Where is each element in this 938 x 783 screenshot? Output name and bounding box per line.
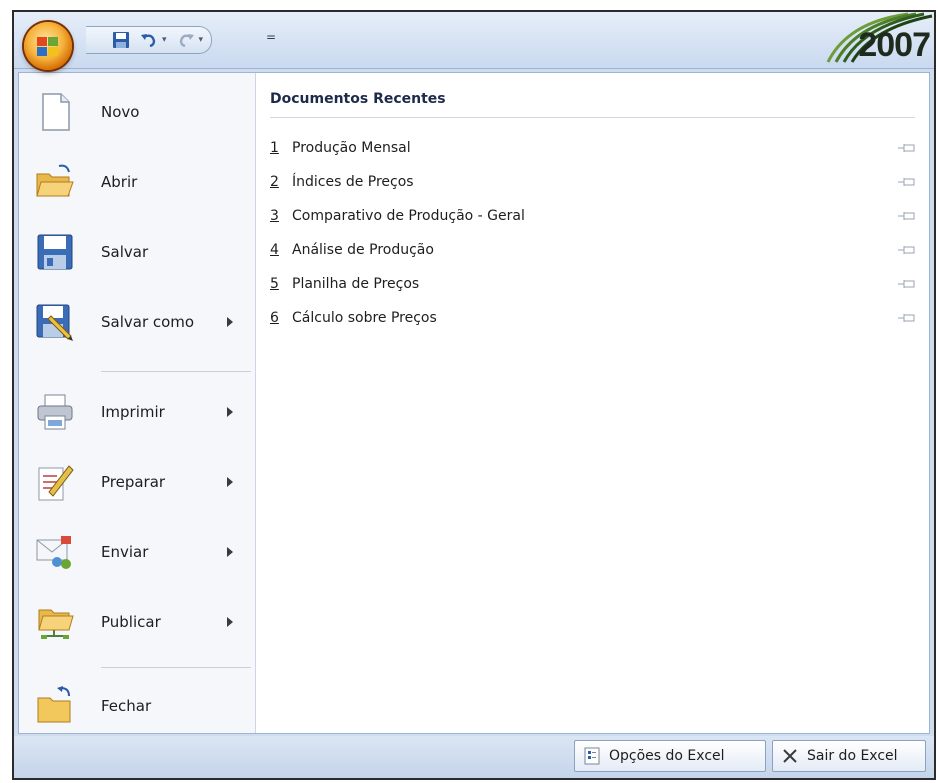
menu-item-label: Abrir (101, 173, 138, 191)
close-folder-icon (37, 686, 71, 723)
pin-icon[interactable] (897, 312, 917, 324)
recent-documents-panel: Documentos Recentes 1 Produção Mensal 2 … (256, 73, 929, 733)
menu-item-imprimir[interactable]: Imprimir (19, 377, 255, 447)
recent-document-number: 1 (270, 140, 279, 156)
prepare-document-icon (38, 465, 74, 501)
recent-divider (270, 117, 915, 118)
recent-document-name: Análise de Produção (292, 242, 434, 258)
menu-item-enviar[interactable]: Enviar (19, 517, 255, 587)
title-bar: ▾ ▾ = 2007 (14, 12, 934, 70)
menu-item-label: Imprimir (101, 403, 165, 421)
recent-document-item[interactable]: 4 Análise de Produção (270, 233, 921, 267)
menu-item-label: Publicar (101, 613, 161, 631)
printer-icon (37, 394, 73, 430)
redo-dropdown-icon[interactable]: ▾ (199, 35, 204, 45)
menu-footer: Opções do Excel Sair do Excel (14, 736, 934, 778)
menu-separator (101, 667, 251, 668)
excel-options-button[interactable]: Opções do Excel (574, 740, 766, 772)
recent-document-name: Cálculo sobre Preços (292, 310, 437, 326)
menu-item-salvar[interactable]: Salvar (19, 217, 255, 287)
excel-options-label: Opções do Excel (609, 748, 725, 764)
menu-item-label: Salvar (101, 243, 149, 261)
publish-folder-icon (38, 609, 74, 639)
exit-excel-label: Sair do Excel (807, 748, 898, 764)
submenu-arrow-icon (227, 477, 233, 487)
options-icon (584, 747, 600, 765)
menu-separator (101, 371, 251, 372)
pin-icon[interactable] (897, 278, 917, 290)
recent-document-item[interactable]: 2 Índices de Preços (270, 165, 921, 199)
save-disk-icon (37, 234, 73, 270)
save-as-icon (36, 304, 73, 341)
recent-document-item[interactable]: 6 Cálculo sobre Preços (270, 301, 921, 335)
menu-item-preparar[interactable]: Preparar (19, 447, 255, 517)
undo-icon[interactable] (140, 31, 158, 49)
submenu-arrow-icon (227, 617, 233, 627)
recent-document-number: 3 (270, 208, 279, 224)
exit-excel-button[interactable]: Sair do Excel (772, 740, 926, 772)
menu-item-publicar[interactable]: Publicar (19, 587, 255, 657)
open-folder-icon (36, 164, 74, 197)
recent-document-number: 5 (270, 276, 279, 292)
menu-item-salvar-como[interactable]: Salvar como (19, 287, 255, 357)
pin-icon[interactable] (897, 142, 917, 154)
recent-documents-title: Documentos Recentes (270, 91, 446, 107)
new-document-icon (42, 93, 70, 131)
redo-icon[interactable] (177, 31, 195, 49)
pin-icon[interactable] (897, 210, 917, 222)
brand-year: 2007 (858, 26, 931, 64)
office-2007-brand: 2007 (798, 12, 934, 64)
pin-icon[interactable] (897, 176, 917, 188)
save-icon[interactable] (112, 31, 130, 49)
recent-document-item[interactable]: 1 Produção Mensal (270, 131, 921, 165)
office-button[interactable] (24, 22, 72, 70)
recent-document-number: 4 (270, 242, 279, 258)
menu-item-novo[interactable]: Novo (19, 77, 255, 147)
recent-document-number: 6 (270, 310, 279, 326)
recent-document-name: Planilha de Preços (292, 276, 420, 292)
recent-document-name: Índices de Preços (292, 174, 414, 190)
close-icon (783, 749, 797, 763)
menu-item-label: Preparar (101, 473, 166, 491)
menu-item-label: Novo (101, 103, 140, 121)
recent-document-number: 2 (270, 174, 279, 190)
quick-access-toolbar: ▾ ▾ (86, 26, 213, 54)
recent-document-item[interactable]: 3 Comparativo de Produção - Geral (270, 199, 921, 233)
undo-dropdown-icon[interactable]: ▾ (162, 35, 167, 45)
menu-item-label: Salvar como (101, 313, 195, 331)
excel-office-menu-window: ▾ ▾ = 2007 Novo Abrir Salvar Salvar como… (12, 10, 936, 780)
pin-icon[interactable] (897, 244, 917, 256)
menu-item-label: Fechar (101, 697, 152, 715)
recent-document-item[interactable]: 5 Planilha de Preços (270, 267, 921, 301)
menu-item-abrir[interactable]: Abrir (19, 147, 255, 217)
send-mail-icon (36, 536, 71, 569)
recent-document-name: Comparativo de Produção - Geral (292, 208, 525, 224)
office-menu: Novo Abrir Salvar Salvar como Imprimir P… (18, 72, 930, 734)
menu-item-label: Enviar (101, 543, 149, 561)
office-logo-icon (37, 37, 58, 56)
submenu-arrow-icon (227, 407, 233, 417)
command-list: Novo Abrir Salvar Salvar como Imprimir P… (19, 73, 256, 733)
recent-document-name: Produção Mensal (292, 140, 411, 156)
customize-quick-access-button[interactable]: = (266, 30, 276, 44)
menu-item-fechar[interactable]: Fechar (19, 671, 255, 741)
submenu-arrow-icon (227, 547, 233, 557)
submenu-arrow-icon (227, 317, 233, 327)
